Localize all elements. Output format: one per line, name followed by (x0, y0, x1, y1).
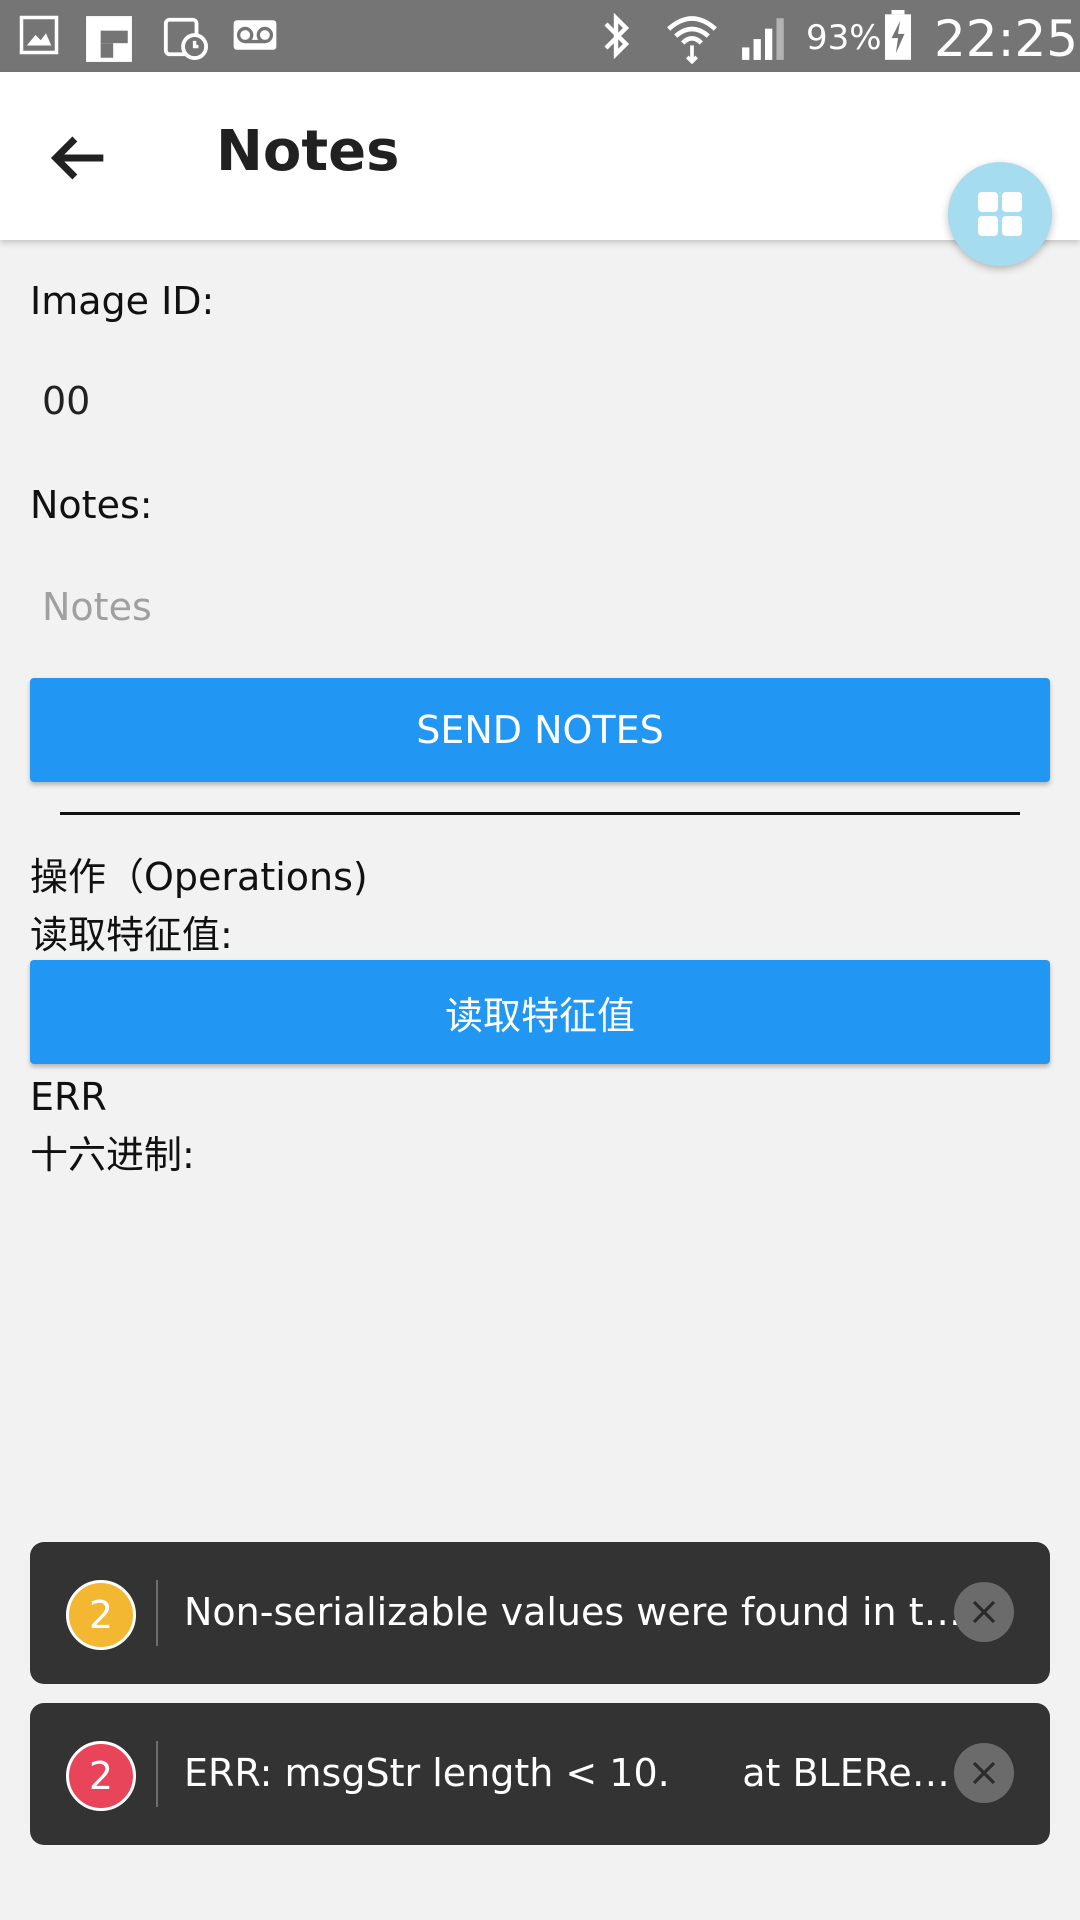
close-icon (972, 1600, 996, 1624)
image-id-label: Image ID: (30, 279, 215, 323)
error-toast[interactable]: 2 ERR: msgStr length < 10. at BLERea… (30, 1703, 1050, 1845)
divider (60, 812, 1020, 815)
battery-charging-icon (885, 10, 911, 60)
toast-message: Non-serializable values were found in t… (184, 1590, 962, 1634)
voicemail-icon (233, 20, 277, 50)
bluetooth-icon (604, 12, 630, 60)
grid-menu-button[interactable] (948, 162, 1052, 266)
toast-close-button[interactable] (954, 1582, 1014, 1642)
grid-icon (978, 192, 1022, 236)
warning-toast[interactable]: 2 Non-serializable values were found in … (30, 1542, 1050, 1684)
calendar-clock-icon (163, 17, 208, 60)
wifi-icon (667, 16, 717, 64)
app-bar: Notes (0, 72, 1080, 240)
battery-percent: 93% (806, 18, 882, 58)
page-title: Notes (216, 119, 400, 184)
flipboard-icon (86, 16, 132, 62)
screen: 93% 22:25 Notes Image ID: 00 Notes: SEND… (0, 0, 1080, 1920)
toast-separator (156, 1580, 158, 1646)
notes-input[interactable] (30, 576, 1044, 638)
back-button[interactable] (40, 120, 116, 196)
warning-count-badge: 2 (66, 1580, 136, 1650)
hex-label: 十六进制: (30, 1133, 195, 1177)
image-icon (19, 15, 59, 55)
read-result: ERR (30, 1075, 107, 1119)
clock: 22:25 (934, 10, 1079, 68)
read-characteristic-label: 读取特征值: (30, 913, 233, 957)
toast-message: ERR: msgStr length < 10. at BLERea… (184, 1751, 964, 1795)
arrow-left-icon (50, 136, 104, 180)
signal-icon (742, 18, 784, 60)
send-notes-button[interactable]: SEND NOTES (30, 678, 1050, 782)
image-id-value: 00 (42, 379, 91, 423)
close-icon (972, 1761, 996, 1785)
read-characteristic-button[interactable]: 读取特征值 (30, 960, 1050, 1064)
error-count-badge: 2 (66, 1741, 136, 1811)
toast-close-button[interactable] (954, 1743, 1014, 1803)
operations-heading: 操作（Operations) (30, 855, 368, 899)
toast-separator (156, 1741, 158, 1807)
status-bar: 93% 22:25 (0, 0, 1080, 72)
notes-label: Notes: (30, 483, 153, 527)
